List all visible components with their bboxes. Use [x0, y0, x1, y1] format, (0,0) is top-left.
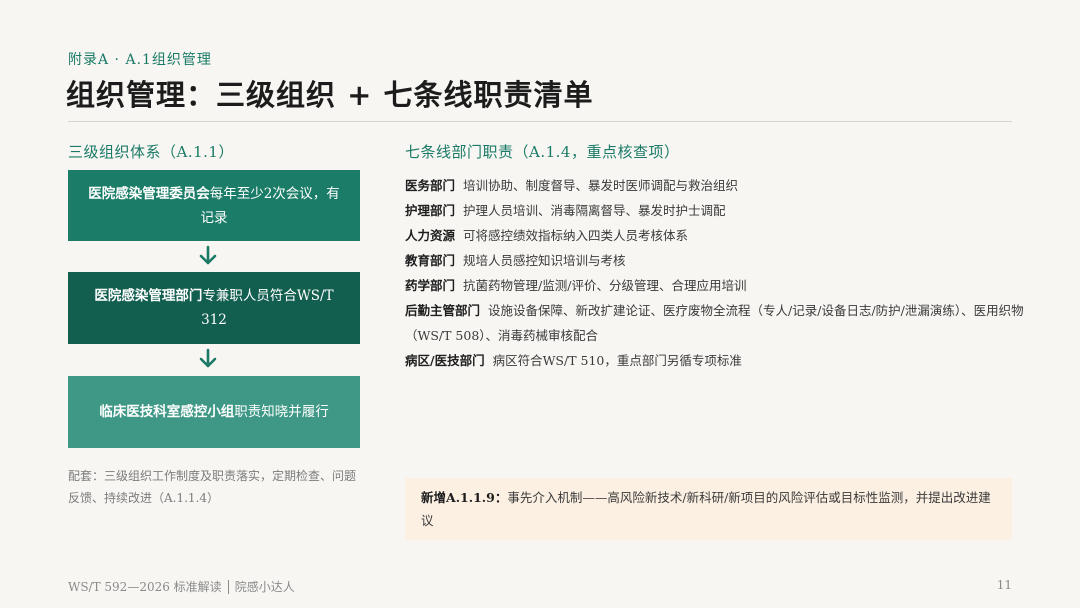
callout-text: 事先介入机制——高风险新技术/新科研/新项目的风险评估或目标性监测，并提出改进建…	[421, 490, 991, 528]
duty-dept: 人力资源	[405, 228, 456, 243]
duty-dept: 教育部门	[405, 253, 456, 268]
org-level-2-desc: 专兼职人员符合WS/T 312	[201, 288, 334, 328]
org-footnote: 配套：三级组织工作制度及职责落实，定期检查、问题反馈、持续改进（A.1.1.4）	[68, 469, 357, 505]
page-number: 11	[996, 578, 1012, 592]
duty-item-nursing: 护理部门 护理人员培训、消毒隔离督导、暴发时护士调配	[405, 198, 1025, 223]
duty-item-pharmacy: 药学部门 抗菌药物管理/监测/评价、分级管理、合理应用培训	[405, 273, 1025, 298]
duty-item-hr: 人力资源 可将感控绩效指标纳入四类人员考核体系	[405, 223, 1025, 248]
footer-author: 院感小达人	[234, 580, 295, 594]
duty-text: 设施设备保障、新改扩建论证、医疗废物全流程（专人/记录/设备日志/防护/泄漏演练…	[405, 303, 1024, 343]
footer-separator	[227, 579, 229, 594]
duties-list: 医务部门 培训协助、制度督导、暴发时医师调配与救治组织 护理部门 护理人员培训、消毒…	[405, 173, 1025, 373]
org-level-3-name: 临床医技科室感控小组	[99, 404, 235, 420]
duty-text: 培训协助、制度督导、暴发时医师调配与救治组织	[463, 178, 739, 193]
arrow-down-icon	[199, 245, 217, 265]
org-level-1-desc: 每年至少2次会议，有记录	[200, 185, 340, 226]
org-level-2-name: 医院感染管理部门	[94, 288, 203, 304]
footer: WS/T 592—2026 标准解读 院感小达人	[68, 578, 295, 595]
footer-doc-title: WS/T 592—2026 标准解读	[68, 580, 222, 594]
duty-text: 病区符合WS/T 510，重点部门另循专项标准	[492, 353, 742, 368]
duty-dept: 后勤主管部门	[405, 303, 481, 318]
org-level-1-box: 医院感染管理委员会每年至少2次会议，有记录	[68, 170, 360, 241]
duty-dept: 医务部门	[405, 178, 456, 193]
section-eyebrow: 附录A · A.1组织管理	[68, 52, 212, 68]
duty-text: 规培人员感控知识培训与考核	[463, 253, 626, 268]
page-title: 组织管理：三级组织 + 七条线职责清单	[66, 78, 594, 112]
new-clause-callout: 新增A.1.1.9：事先介入机制——高风险新技术/新科研/新项目的风险评估或目标…	[405, 478, 1012, 540]
org-level-3-desc: 职责知晓并履行	[234, 404, 329, 420]
duty-text: 护理人员培训、消毒隔离督导、暴发时护士调配	[463, 203, 726, 218]
duty-dept: 药学部门	[405, 278, 456, 293]
org-system-heading: 三级组织体系（A.1.1）	[68, 143, 234, 161]
title-divider	[68, 121, 1012, 122]
duty-text: 抗菌药物管理/监测/评价、分级管理、合理应用培训	[463, 278, 747, 293]
duty-item-ward: 病区/医技部门 病区符合WS/T 510，重点部门另循专项标准	[405, 348, 1025, 373]
duty-dept: 病区/医技部门	[405, 353, 485, 368]
duties-heading: 七条线部门职责（A.1.4，重点核查项）	[405, 143, 680, 161]
duty-item-education: 教育部门 规培人员感控知识培训与考核	[405, 248, 1025, 273]
callout-label: 新增A.1.1.9：	[421, 490, 508, 505]
org-level-1-name: 医院感染管理委员会	[88, 185, 210, 202]
arrow-down-icon	[199, 348, 217, 368]
org-level-2-box: 医院感染管理部门专兼职人员符合WS/T 312	[68, 272, 360, 344]
org-level-3-box: 临床医技科室感控小组职责知晓并履行	[68, 376, 360, 448]
duty-item-medical: 医务部门 培训协助、制度督导、暴发时医师调配与救治组织	[405, 173, 1025, 198]
duty-text: 可将感控绩效指标纳入四类人员考核体系	[463, 228, 689, 243]
duty-dept: 护理部门	[405, 203, 456, 218]
duty-item-logistics: 后勤主管部门 设施设备保障、新改扩建论证、医疗废物全流程（专人/记录/设备日志/防…	[405, 298, 1025, 348]
